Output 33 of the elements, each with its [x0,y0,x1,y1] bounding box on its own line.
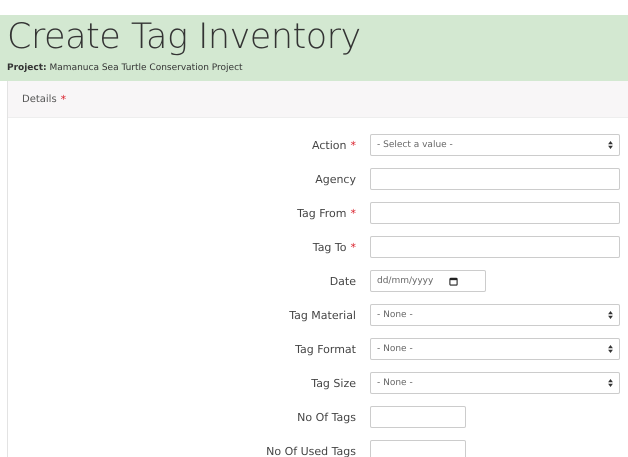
section-title: Details [22,94,57,104]
select-field[interactable]: - Select a value - [370,134,620,156]
field-label: Agency [315,172,356,186]
input-field[interactable] [370,440,466,457]
input-field[interactable] [370,168,620,190]
sort-arrows-icon [608,311,613,319]
field-label: No Of Used Tags [266,444,356,457]
required-marker: * [350,138,356,152]
required-marker: * [350,240,356,254]
field-label: Tag Material [289,308,356,322]
input-field[interactable] [370,406,466,428]
required-marker: * [60,92,66,106]
date-field[interactable]: dd/mm/yyyy [370,270,486,292]
project-label: Project: [7,63,47,73]
field-label: Action [312,138,346,152]
field-label: Date [330,274,356,288]
select-field[interactable]: - None - [370,338,620,360]
sort-arrows-icon [608,379,613,387]
field-label: Tag Format [295,342,356,356]
page-title: Create Tag Inventory [7,16,362,59]
field-label: Tag To [312,240,346,254]
input-field[interactable] [370,236,620,258]
calendar-icon[interactable] [449,276,458,286]
sort-arrows-icon [608,141,613,149]
sort-arrows-icon [608,345,613,353]
select-field[interactable]: - None - [370,304,620,326]
required-marker: * [350,206,356,220]
field-label: Tag Size [311,376,356,390]
select-field[interactable]: - None - [370,372,620,394]
field-label: No Of Tags [297,410,356,424]
input-field[interactable] [370,202,620,224]
project-name: Mamanuca Sea Turtle Conservation Project [50,63,243,73]
field-label: Tag From [297,206,346,220]
